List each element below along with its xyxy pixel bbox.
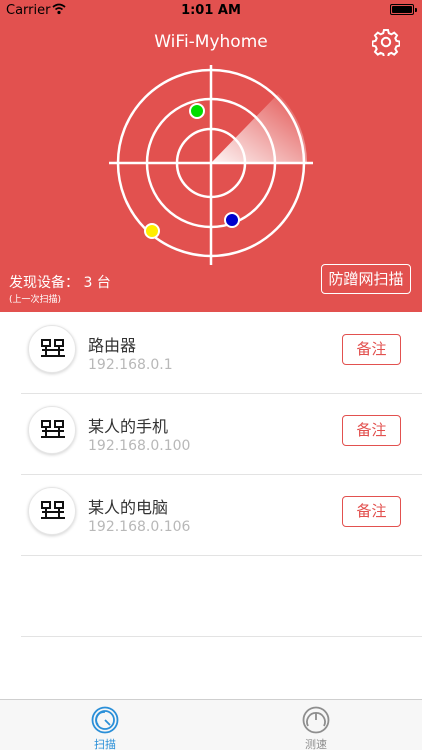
speedometer-icon bbox=[302, 706, 330, 734]
list-divider bbox=[21, 636, 422, 637]
note-button[interactable]: 备注 bbox=[342, 334, 401, 365]
note-button[interactable]: 备注 bbox=[342, 415, 401, 446]
device-row-phone[interactable]: 某人的手机 192.168.0.100 备注 bbox=[21, 394, 422, 475]
network-icon bbox=[28, 406, 76, 454]
device-ip: 192.168.0.1 bbox=[88, 357, 173, 373]
device-ip: 192.168.0.106 bbox=[88, 519, 191, 535]
network-icon bbox=[28, 325, 76, 373]
tab-speedtest[interactable]: 测速 bbox=[266, 700, 366, 751]
device-row-computer[interactable]: 某人的电脑 192.168.0.106 备注 bbox=[21, 475, 422, 556]
clock-time: 1:01 AM bbox=[181, 3, 241, 18]
tab-bar: 扫描 测速 bbox=[0, 699, 422, 751]
radar-device-dot-blue bbox=[224, 212, 240, 228]
radar-device-dot-green bbox=[189, 103, 205, 119]
device-row-router[interactable]: 路由器 192.168.0.1 备注 bbox=[21, 313, 422, 394]
page-title: WiFi-Myhome bbox=[154, 32, 268, 52]
device-name: 路由器 bbox=[88, 336, 137, 355]
gear-icon[interactable] bbox=[372, 28, 400, 56]
radar-sweep bbox=[211, 94, 308, 163]
anti-freeload-scan-button[interactable]: 防蹭网扫描 bbox=[321, 264, 411, 294]
radar-device-dot-yellow bbox=[144, 223, 160, 239]
last-scan-label: (上一次扫描) bbox=[9, 295, 62, 305]
device-ip: 192.168.0.100 bbox=[88, 438, 191, 454]
radar-header: Carrier 1:01 AM WiFi-Myhome 发现设备： 3 台 (上… bbox=[0, 0, 422, 312]
network-icon bbox=[28, 487, 76, 535]
radar-gauge-icon bbox=[91, 706, 119, 734]
status-bar: Carrier 1:01 AM bbox=[0, 0, 422, 22]
battery-icon bbox=[390, 4, 417, 15]
note-button[interactable]: 备注 bbox=[342, 496, 401, 527]
device-name: 某人的手机 bbox=[88, 417, 169, 436]
devices-found-count: 发现设备： 3 台 bbox=[9, 275, 111, 291]
tab-scan[interactable]: 扫描 bbox=[55, 700, 155, 751]
radar-scanner bbox=[109, 65, 313, 265]
device-name: 某人的电脑 bbox=[88, 498, 169, 517]
